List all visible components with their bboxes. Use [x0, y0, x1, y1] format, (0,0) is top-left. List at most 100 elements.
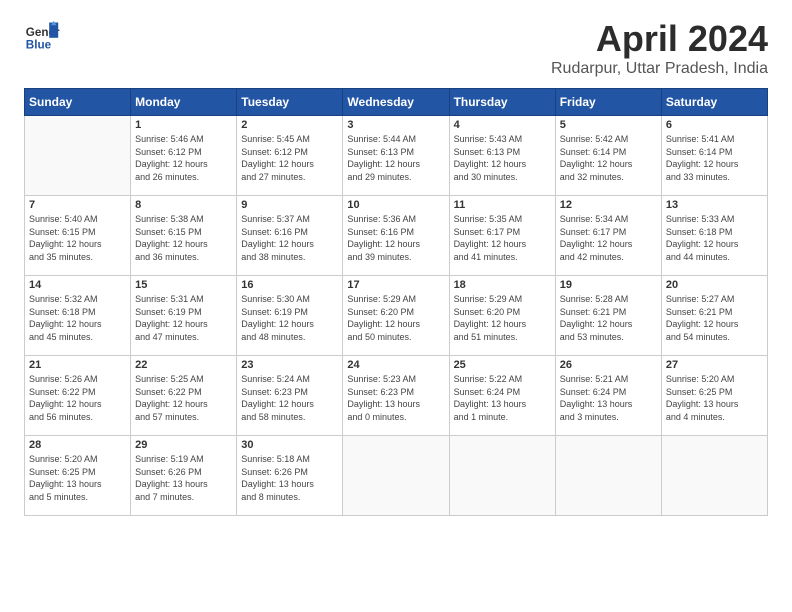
day-info: Sunrise: 5:29 AM Sunset: 6:20 PM Dayligh…: [347, 293, 444, 343]
day-info: Sunrise: 5:20 AM Sunset: 6:25 PM Dayligh…: [666, 373, 763, 423]
day-info: Sunrise: 5:27 AM Sunset: 6:21 PM Dayligh…: [666, 293, 763, 343]
day-cell: 12 Sunrise: 5:34 AM Sunset: 6:17 PM Dayli…: [555, 196, 661, 276]
page-header: General Blue April 2024 Rudarpur, Uttar …: [0, 0, 792, 88]
day-number: 19: [560, 279, 657, 291]
week-row-3: 21 Sunrise: 5:26 AM Sunset: 6:22 PM Dayli…: [25, 356, 768, 436]
day-info: Sunrise: 5:36 AM Sunset: 6:16 PM Dayligh…: [347, 213, 444, 263]
day-cell: 29Sunrise: 5:19 AM Sunset: 6:26 PM Dayli…: [131, 436, 237, 516]
weekday-header-sunday: Sunday: [25, 89, 131, 116]
day-number: 5: [560, 119, 657, 131]
weekday-header-friday: Friday: [555, 89, 661, 116]
day-cell: 19Sunrise: 5:28 AM Sunset: 6:21 PM Dayli…: [555, 276, 661, 356]
day-number: 29: [135, 439, 232, 451]
day-cell: 6Sunrise: 5:41 AM Sunset: 6:14 PM Daylig…: [661, 116, 767, 196]
day-info: Sunrise: 5:42 AM Sunset: 6:14 PM Dayligh…: [560, 133, 657, 183]
day-number: 24: [347, 359, 444, 371]
weekday-header-thursday: Thursday: [449, 89, 555, 116]
title-block: April 2024 Rudarpur, Uttar Pradesh, Indi…: [551, 18, 768, 78]
day-cell: 5 Sunrise: 5:42 AM Sunset: 6:14 PM Daylig…: [555, 116, 661, 196]
day-cell: 25 Sunrise: 5:22 AM Sunset: 6:24 PM Dayli…: [449, 356, 555, 436]
day-number: 14: [29, 279, 126, 291]
day-number: 25: [454, 359, 551, 371]
week-row-0: 1 Sunrise: 5:46 AM Sunset: 6:12 PM Daylig…: [25, 116, 768, 196]
day-number: 28: [29, 439, 126, 451]
day-cell: 7 Sunrise: 5:40 AM Sunset: 6:15 PM Daylig…: [25, 196, 131, 276]
day-info: Sunrise: 5:40 AM Sunset: 6:15 PM Dayligh…: [29, 213, 126, 263]
weekday-header-saturday: Saturday: [661, 89, 767, 116]
day-cell: 16 Sunrise: 5:30 AM Sunset: 6:19 PM Dayli…: [237, 276, 343, 356]
day-number: 9: [241, 199, 338, 211]
day-cell: 24 Sunrise: 5:23 AM Sunset: 6:23 PM Dayli…: [343, 356, 449, 436]
day-info: Sunrise: 5:38 AM Sunset: 6:15 PM Dayligh…: [135, 213, 232, 263]
day-number: 4: [454, 119, 551, 131]
week-row-1: 7 Sunrise: 5:40 AM Sunset: 6:15 PM Daylig…: [25, 196, 768, 276]
day-number: 22: [135, 359, 232, 371]
day-number: 10: [347, 199, 444, 211]
day-cell: 15 Sunrise: 5:31 AM Sunset: 6:19 PM Dayli…: [131, 276, 237, 356]
day-cell: 22 Sunrise: 5:25 AM Sunset: 6:22 PM Dayli…: [131, 356, 237, 436]
day-number: 30: [241, 439, 338, 451]
day-info: Sunrise: 5:30 AM Sunset: 6:19 PM Dayligh…: [241, 293, 338, 343]
day-info: Sunrise: 5:35 AM Sunset: 6:17 PM Dayligh…: [454, 213, 551, 263]
day-cell: 17Sunrise: 5:29 AM Sunset: 6:20 PM Dayli…: [343, 276, 449, 356]
day-cell: 18Sunrise: 5:29 AM Sunset: 6:20 PM Dayli…: [449, 276, 555, 356]
day-info: Sunrise: 5:25 AM Sunset: 6:22 PM Dayligh…: [135, 373, 232, 423]
day-cell: 26Sunrise: 5:21 AM Sunset: 6:24 PM Dayli…: [555, 356, 661, 436]
day-info: Sunrise: 5:34 AM Sunset: 6:17 PM Dayligh…: [560, 213, 657, 263]
day-number: 6: [666, 119, 763, 131]
day-info: Sunrise: 5:46 AM Sunset: 6:12 PM Dayligh…: [135, 133, 232, 183]
logo: General Blue: [24, 18, 64, 54]
day-cell: 8 Sunrise: 5:38 AM Sunset: 6:15 PM Daylig…: [131, 196, 237, 276]
day-info: Sunrise: 5:32 AM Sunset: 6:18 PM Dayligh…: [29, 293, 126, 343]
day-number: 1: [135, 119, 232, 131]
day-number: 27: [666, 359, 763, 371]
day-number: 21: [29, 359, 126, 371]
day-cell: 2 Sunrise: 5:45 AM Sunset: 6:12 PM Daylig…: [237, 116, 343, 196]
logo-icon: General Blue: [24, 18, 60, 54]
day-number: 11: [454, 199, 551, 211]
day-cell: 14 Sunrise: 5:32 AM Sunset: 6:18 PM Dayli…: [25, 276, 131, 356]
day-cell: 4Sunrise: 5:43 AM Sunset: 6:13 PM Daylig…: [449, 116, 555, 196]
calendar-table: SundayMondayTuesdayWednesdayThursdayFrid…: [24, 88, 768, 516]
day-number: 13: [666, 199, 763, 211]
day-cell: 21 Sunrise: 5:26 AM Sunset: 6:22 PM Dayli…: [25, 356, 131, 436]
day-cell: 23Sunrise: 5:24 AM Sunset: 6:23 PM Dayli…: [237, 356, 343, 436]
day-cell: 30 Sunrise: 5:18 AM Sunset: 6:26 PM Dayli…: [237, 436, 343, 516]
week-row-2: 14 Sunrise: 5:32 AM Sunset: 6:18 PM Dayli…: [25, 276, 768, 356]
day-info: Sunrise: 5:23 AM Sunset: 6:23 PM Dayligh…: [347, 373, 444, 423]
day-info: Sunrise: 5:18 AM Sunset: 6:26 PM Dayligh…: [241, 453, 338, 503]
day-info: Sunrise: 5:45 AM Sunset: 6:12 PM Dayligh…: [241, 133, 338, 183]
day-number: 3: [347, 119, 444, 131]
day-info: Sunrise: 5:37 AM Sunset: 6:16 PM Dayligh…: [241, 213, 338, 263]
main-title: April 2024: [551, 18, 768, 60]
day-cell: 3 Sunrise: 5:44 AM Sunset: 6:13 PM Daylig…: [343, 116, 449, 196]
day-cell: 11 Sunrise: 5:35 AM Sunset: 6:17 PM Dayli…: [449, 196, 555, 276]
day-number: 16: [241, 279, 338, 291]
weekday-header-tuesday: Tuesday: [237, 89, 343, 116]
day-number: 2: [241, 119, 338, 131]
week-row-4: 28 Sunrise: 5:20 AM Sunset: 6:25 PM Dayli…: [25, 436, 768, 516]
day-info: Sunrise: 5:26 AM Sunset: 6:22 PM Dayligh…: [29, 373, 126, 423]
sub-title: Rudarpur, Uttar Pradesh, India: [551, 60, 768, 78]
day-info: Sunrise: 5:44 AM Sunset: 6:13 PM Dayligh…: [347, 133, 444, 183]
day-number: 12: [560, 199, 657, 211]
weekday-header-wednesday: Wednesday: [343, 89, 449, 116]
day-cell: 20Sunrise: 5:27 AM Sunset: 6:21 PM Dayli…: [661, 276, 767, 356]
day-info: Sunrise: 5:22 AM Sunset: 6:24 PM Dayligh…: [454, 373, 551, 423]
day-info: Sunrise: 5:21 AM Sunset: 6:24 PM Dayligh…: [560, 373, 657, 423]
weekday-header-monday: Monday: [131, 89, 237, 116]
day-number: 15: [135, 279, 232, 291]
day-cell: [555, 436, 661, 516]
day-info: Sunrise: 5:31 AM Sunset: 6:19 PM Dayligh…: [135, 293, 232, 343]
day-number: 8: [135, 199, 232, 211]
day-cell: 10 Sunrise: 5:36 AM Sunset: 6:16 PM Dayli…: [343, 196, 449, 276]
day-info: Sunrise: 5:20 AM Sunset: 6:25 PM Dayligh…: [29, 453, 126, 503]
day-number: 7: [29, 199, 126, 211]
day-cell: [343, 436, 449, 516]
weekday-header-row: SundayMondayTuesdayWednesdayThursdayFrid…: [25, 89, 768, 116]
day-cell: [25, 116, 131, 196]
day-cell: [661, 436, 767, 516]
day-info: Sunrise: 5:29 AM Sunset: 6:20 PM Dayligh…: [454, 293, 551, 343]
day-cell: 9 Sunrise: 5:37 AM Sunset: 6:16 PM Daylig…: [237, 196, 343, 276]
day-info: Sunrise: 5:24 AM Sunset: 6:23 PM Dayligh…: [241, 373, 338, 423]
